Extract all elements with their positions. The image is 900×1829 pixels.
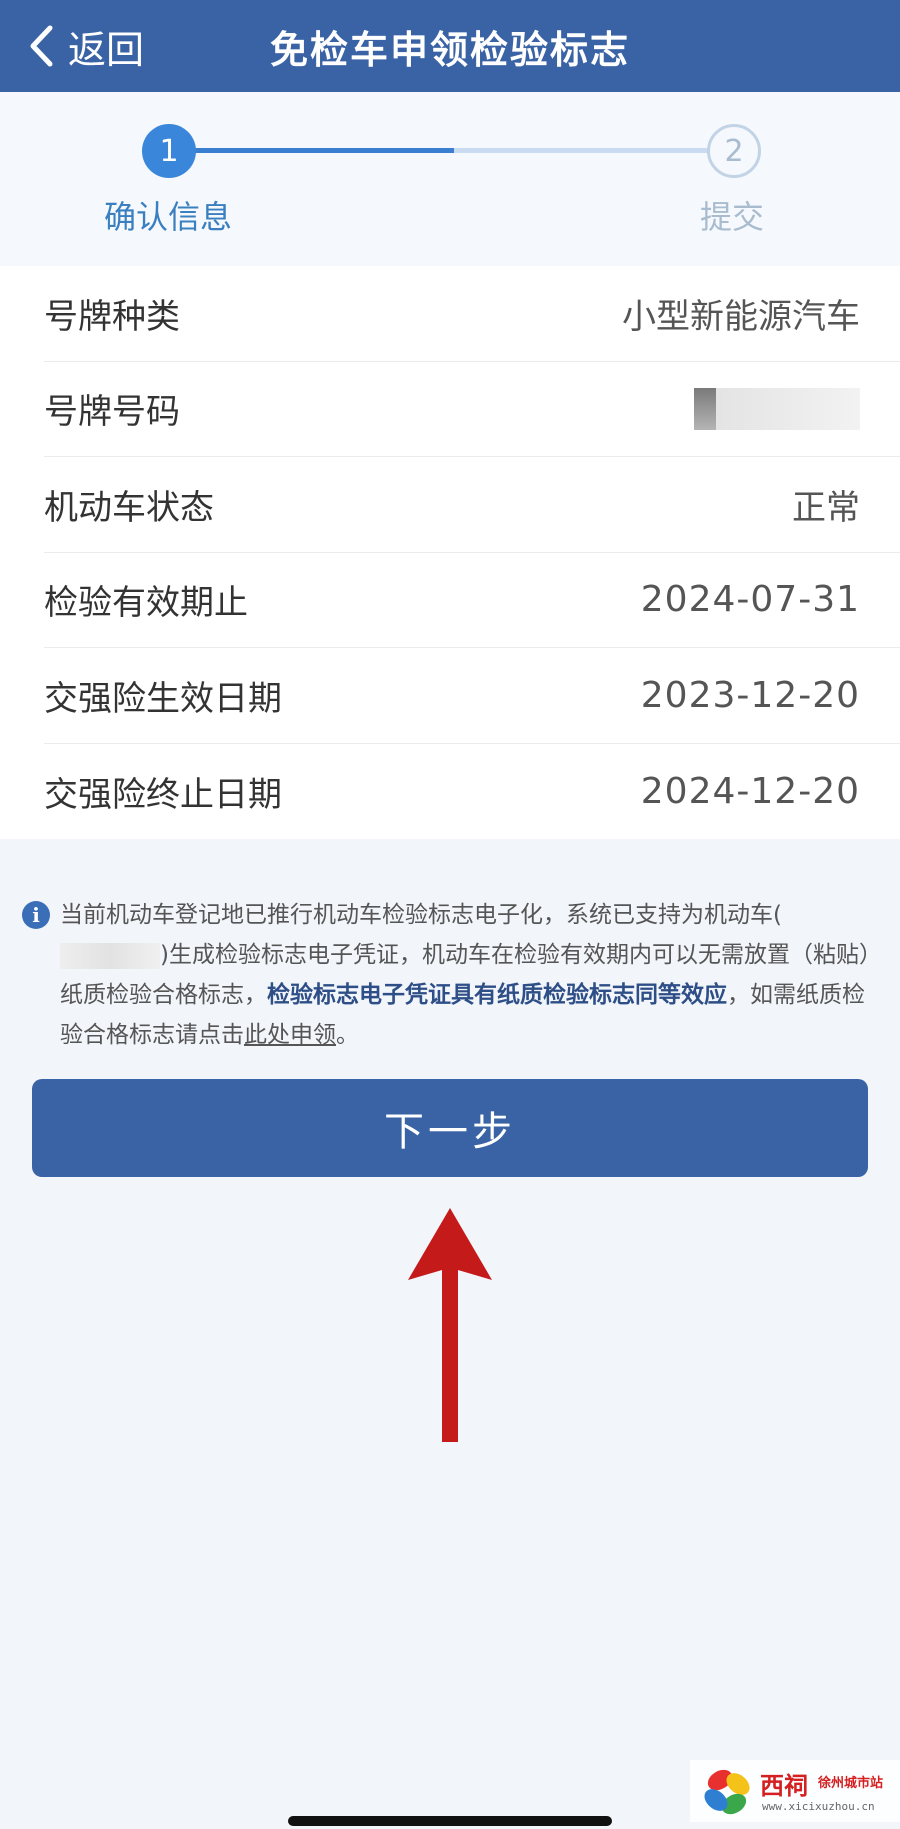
info-row-insurance-end: 交强险终止日期 2024-12-20 [44, 744, 900, 840]
plate-number-redacted [60, 942, 160, 969]
apply-here-link[interactable]: 此处申领 [244, 1022, 336, 1048]
watermark-url: www.xicixuzhou.cn [762, 1800, 875, 1813]
back-label: 返回 [68, 27, 145, 72]
info-row-insurance-start: 交强险生效日期 2023-12-20 [44, 648, 900, 744]
notice-text-part: 。 [336, 1022, 359, 1048]
info-row-vehicle-status: 机动车状态 正常 [44, 457, 900, 553]
notice-bold-text: 检验标志电子凭证具有纸质检验标志同等效应 [267, 982, 727, 1008]
info-row-inspection-expiry: 检验有效期止 2024-07-31 [44, 553, 900, 648]
page-title: 免检车申领检验标志 [269, 27, 630, 72]
row-label: 号牌种类 [44, 296, 180, 337]
next-step-button[interactable]: 下一步 [32, 1079, 868, 1177]
step-2-circle: 2 [707, 124, 761, 178]
arrow-up-icon [408, 1208, 492, 1442]
chevron-left-icon [30, 25, 53, 67]
site-watermark: 西祠 徐州城市站 www.xicixuzhou.cn [690, 1760, 900, 1822]
pinwheel-logo-icon [704, 1769, 750, 1815]
watermark-subtitle: 徐州城市站 [818, 1776, 884, 1791]
home-indicator[interactable] [288, 1816, 612, 1826]
step-connector-pending [454, 148, 710, 153]
progress-stepper: 1 2 确认信息 提交 [0, 92, 900, 266]
row-label: 交强险终止日期 [44, 774, 282, 815]
step-1-circle: 1 [142, 124, 196, 178]
vehicle-info-list: 号牌种类 小型新能源汽车 号牌号码 机动车状态 正常 检验有效期止 2024-0… [0, 266, 900, 839]
nav-header: 返回 免检车申领检验标志 [0, 0, 900, 92]
back-button[interactable]: 返回 [26, 0, 144, 92]
row-label: 检验有效期止 [44, 583, 248, 624]
row-label: 机动车状态 [44, 487, 214, 528]
info-row-plate-number: 号牌号码 [44, 362, 900, 457]
row-value: 正常 [792, 487, 860, 528]
notice-text-part: 当前机动车登记地已推行机动车检验标志电子化，系统已支持为机动车( [60, 902, 782, 928]
row-value: 2024-12-20 [640, 770, 860, 812]
electronic-sticker-notice: i 当前机动车登记地已推行机动车检验标志电子化，系统已支持为机动车()生成检验标… [22, 895, 878, 1055]
step-2-label: 提交 [700, 198, 765, 236]
watermark-brand: 西祠 [760, 1771, 808, 1800]
row-value: 小型新能源汽车 [622, 296, 860, 337]
step-connector-complete [190, 148, 454, 153]
notice-text: 当前机动车登记地已推行机动车检验标志电子化，系统已支持为机动车()生成检验标志电… [22, 895, 878, 1055]
row-value: 2024-07-31 [640, 579, 860, 621]
step-1-label: 确认信息 [104, 198, 233, 236]
info-icon: i [22, 901, 50, 929]
row-label: 交强险生效日期 [44, 678, 282, 719]
row-label: 号牌号码 [44, 392, 180, 433]
row-value: 2023-12-20 [640, 674, 860, 716]
plate-number-redacted [694, 387, 860, 430]
info-row-plate-type: 号牌种类 小型新能源汽车 [44, 266, 900, 362]
